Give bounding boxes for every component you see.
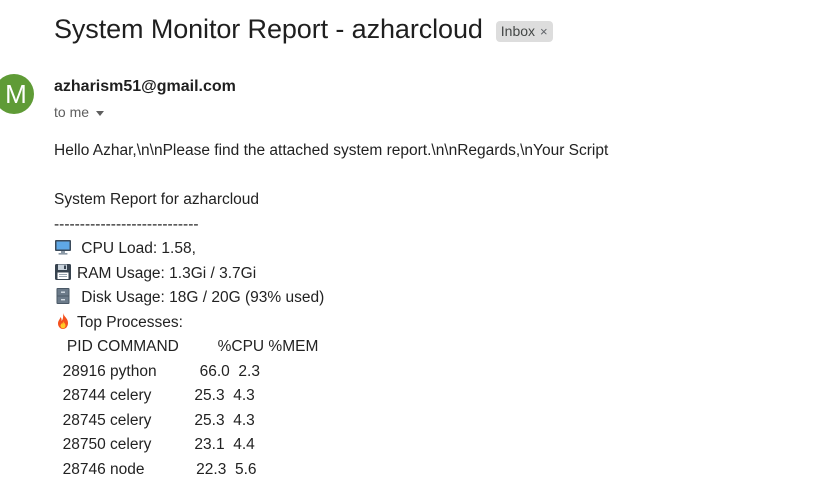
remove-label-icon[interactable]: × — [540, 23, 548, 40]
processes-line: Top Processes: — [54, 311, 608, 336]
chevron-down-icon[interactable] — [96, 110, 105, 116]
subject-row: System Monitor Report - azharcloud Inbox… — [54, 14, 553, 45]
cpu-line: CPU Load: 1.58, — [54, 237, 608, 262]
recipient-text: to me — [54, 104, 90, 120]
floppy-disk-icon — [55, 263, 71, 280]
label-text: Inbox — [500, 23, 536, 39]
disk-usage-text: Disk Usage: 18G / 20G (93% used) — [77, 289, 325, 306]
email-body: Hello Azhar,\n\nPlease find the attached… — [54, 139, 608, 482]
cpu-load-text: CPU Load: 1.58, — [77, 240, 196, 257]
avatar-letter: M — [5, 78, 27, 109]
process-table-header: PID COMMAND %CPU %MEM — [54, 338, 319, 355]
process-row: 28750 celery 23.1 4.4 — [54, 436, 255, 453]
process-row: 28916 python 66.0 2.3 — [54, 362, 260, 380]
inbox-label-chip[interactable]: Inbox × — [495, 21, 553, 42]
sender-email[interactable]: azharism51@gmail.com — [54, 78, 236, 96]
process-row: 28744 celery 25.3 4.3 — [54, 387, 255, 404]
report-title: System Report for azharcloud — [54, 191, 260, 208]
recipient-row[interactable]: to me — [54, 104, 105, 120]
fire-icon — [58, 312, 68, 329]
report-separator: ---------------------------- — [54, 215, 199, 233]
email-view: System Monitor Report - azharcloud Inbox… — [0, 0, 813, 502]
ram-usage-text: RAM Usage: 1.3Gi / 3.7Gi — [77, 264, 257, 282]
email-subject: System Monitor Report - azharcloud — [54, 14, 483, 44]
ram-line: RAM Usage: 1.3Gi / 3.7Gi — [54, 262, 608, 287]
disk-line: Disk Usage: 18G / 20G (93% used) — [54, 286, 608, 311]
avatar[interactable]: M — [0, 74, 34, 114]
process-row: 28746 node 22.3 5.6 — [54, 460, 257, 478]
greeting-line: Hello Azhar,\n\nPlease find the attached… — [54, 142, 609, 159]
file-cabinet-icon — [56, 288, 70, 304]
process-row: 28745 celery 25.3 4.3 — [54, 411, 255, 429]
desktop-computer-icon — [55, 240, 71, 255]
top-processes-text: Top Processes: — [77, 313, 183, 331]
